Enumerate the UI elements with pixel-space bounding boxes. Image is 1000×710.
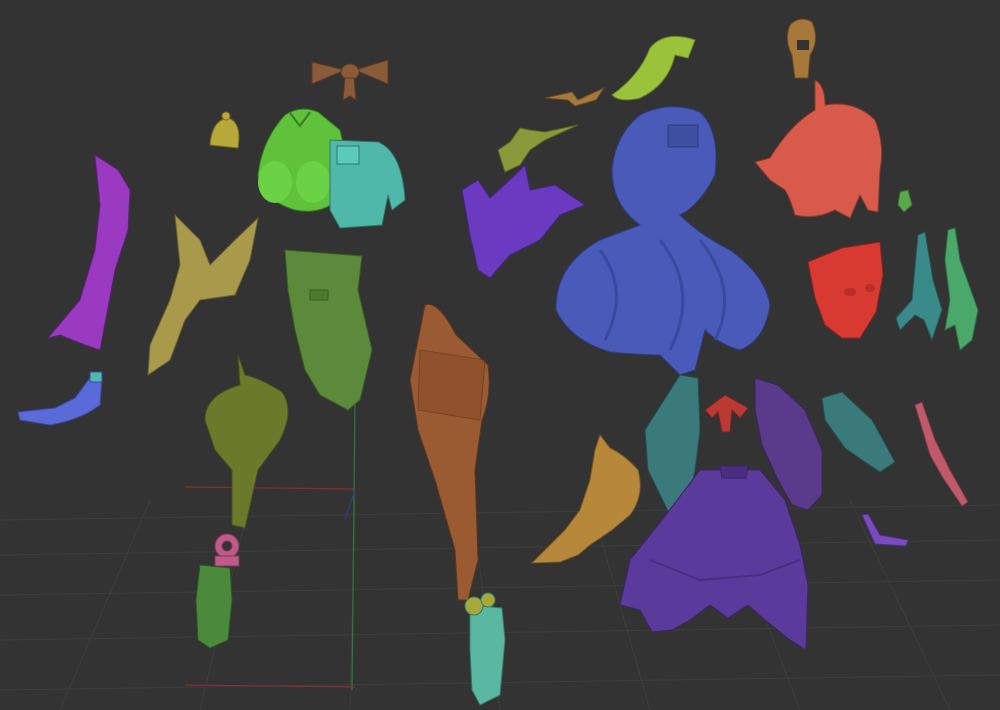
small-purple-piece[interactable] [861,513,909,547]
3d-viewport[interactable] [0,0,1000,710]
leg-piece[interactable] [409,303,490,601]
hair-strand-teal-piece[interactable] [895,231,943,342]
bow-piece[interactable] [311,59,389,101]
flower-piece[interactable] [214,533,240,567]
jacket-piece[interactable] [329,139,406,229]
face-piece[interactable] [807,241,884,339]
tiny-green-piece[interactable] [897,189,913,213]
axis-x [184,486,356,490]
bell-piece[interactable] [209,111,240,149]
thigh-piece[interactable] [204,354,289,529]
scene-canvas[interactable] [0,0,1000,710]
abdomen-piece[interactable] [284,249,373,411]
moth-piece[interactable] [544,86,606,107]
right-sleeve-piece[interactable] [461,163,587,279]
left-sleeve-piece[interactable] [46,154,131,351]
gold-cape-piece[interactable] [530,433,641,564]
boot-left-piece[interactable] [195,564,233,649]
small-head-piece[interactable] [786,18,816,79]
left-hand-piece[interactable] [17,371,103,426]
leaf-piece[interactable] [611,35,696,101]
pink-ribbon-piece[interactable] [914,401,969,507]
hair-front-piece[interactable] [754,79,883,219]
boot-right-piece[interactable] [464,592,506,706]
side-panel-teal-piece[interactable] [821,391,896,473]
hair-back-piece[interactable] [555,106,771,376]
red-ornament-piece[interactable] [704,394,749,433]
skirt-piece[interactable] [619,465,809,651]
axis-y [351,399,356,691]
right-hand-piece[interactable] [497,124,579,173]
hair-strand-green-piece[interactable] [944,227,979,351]
collar-cape-piece[interactable] [147,213,259,376]
